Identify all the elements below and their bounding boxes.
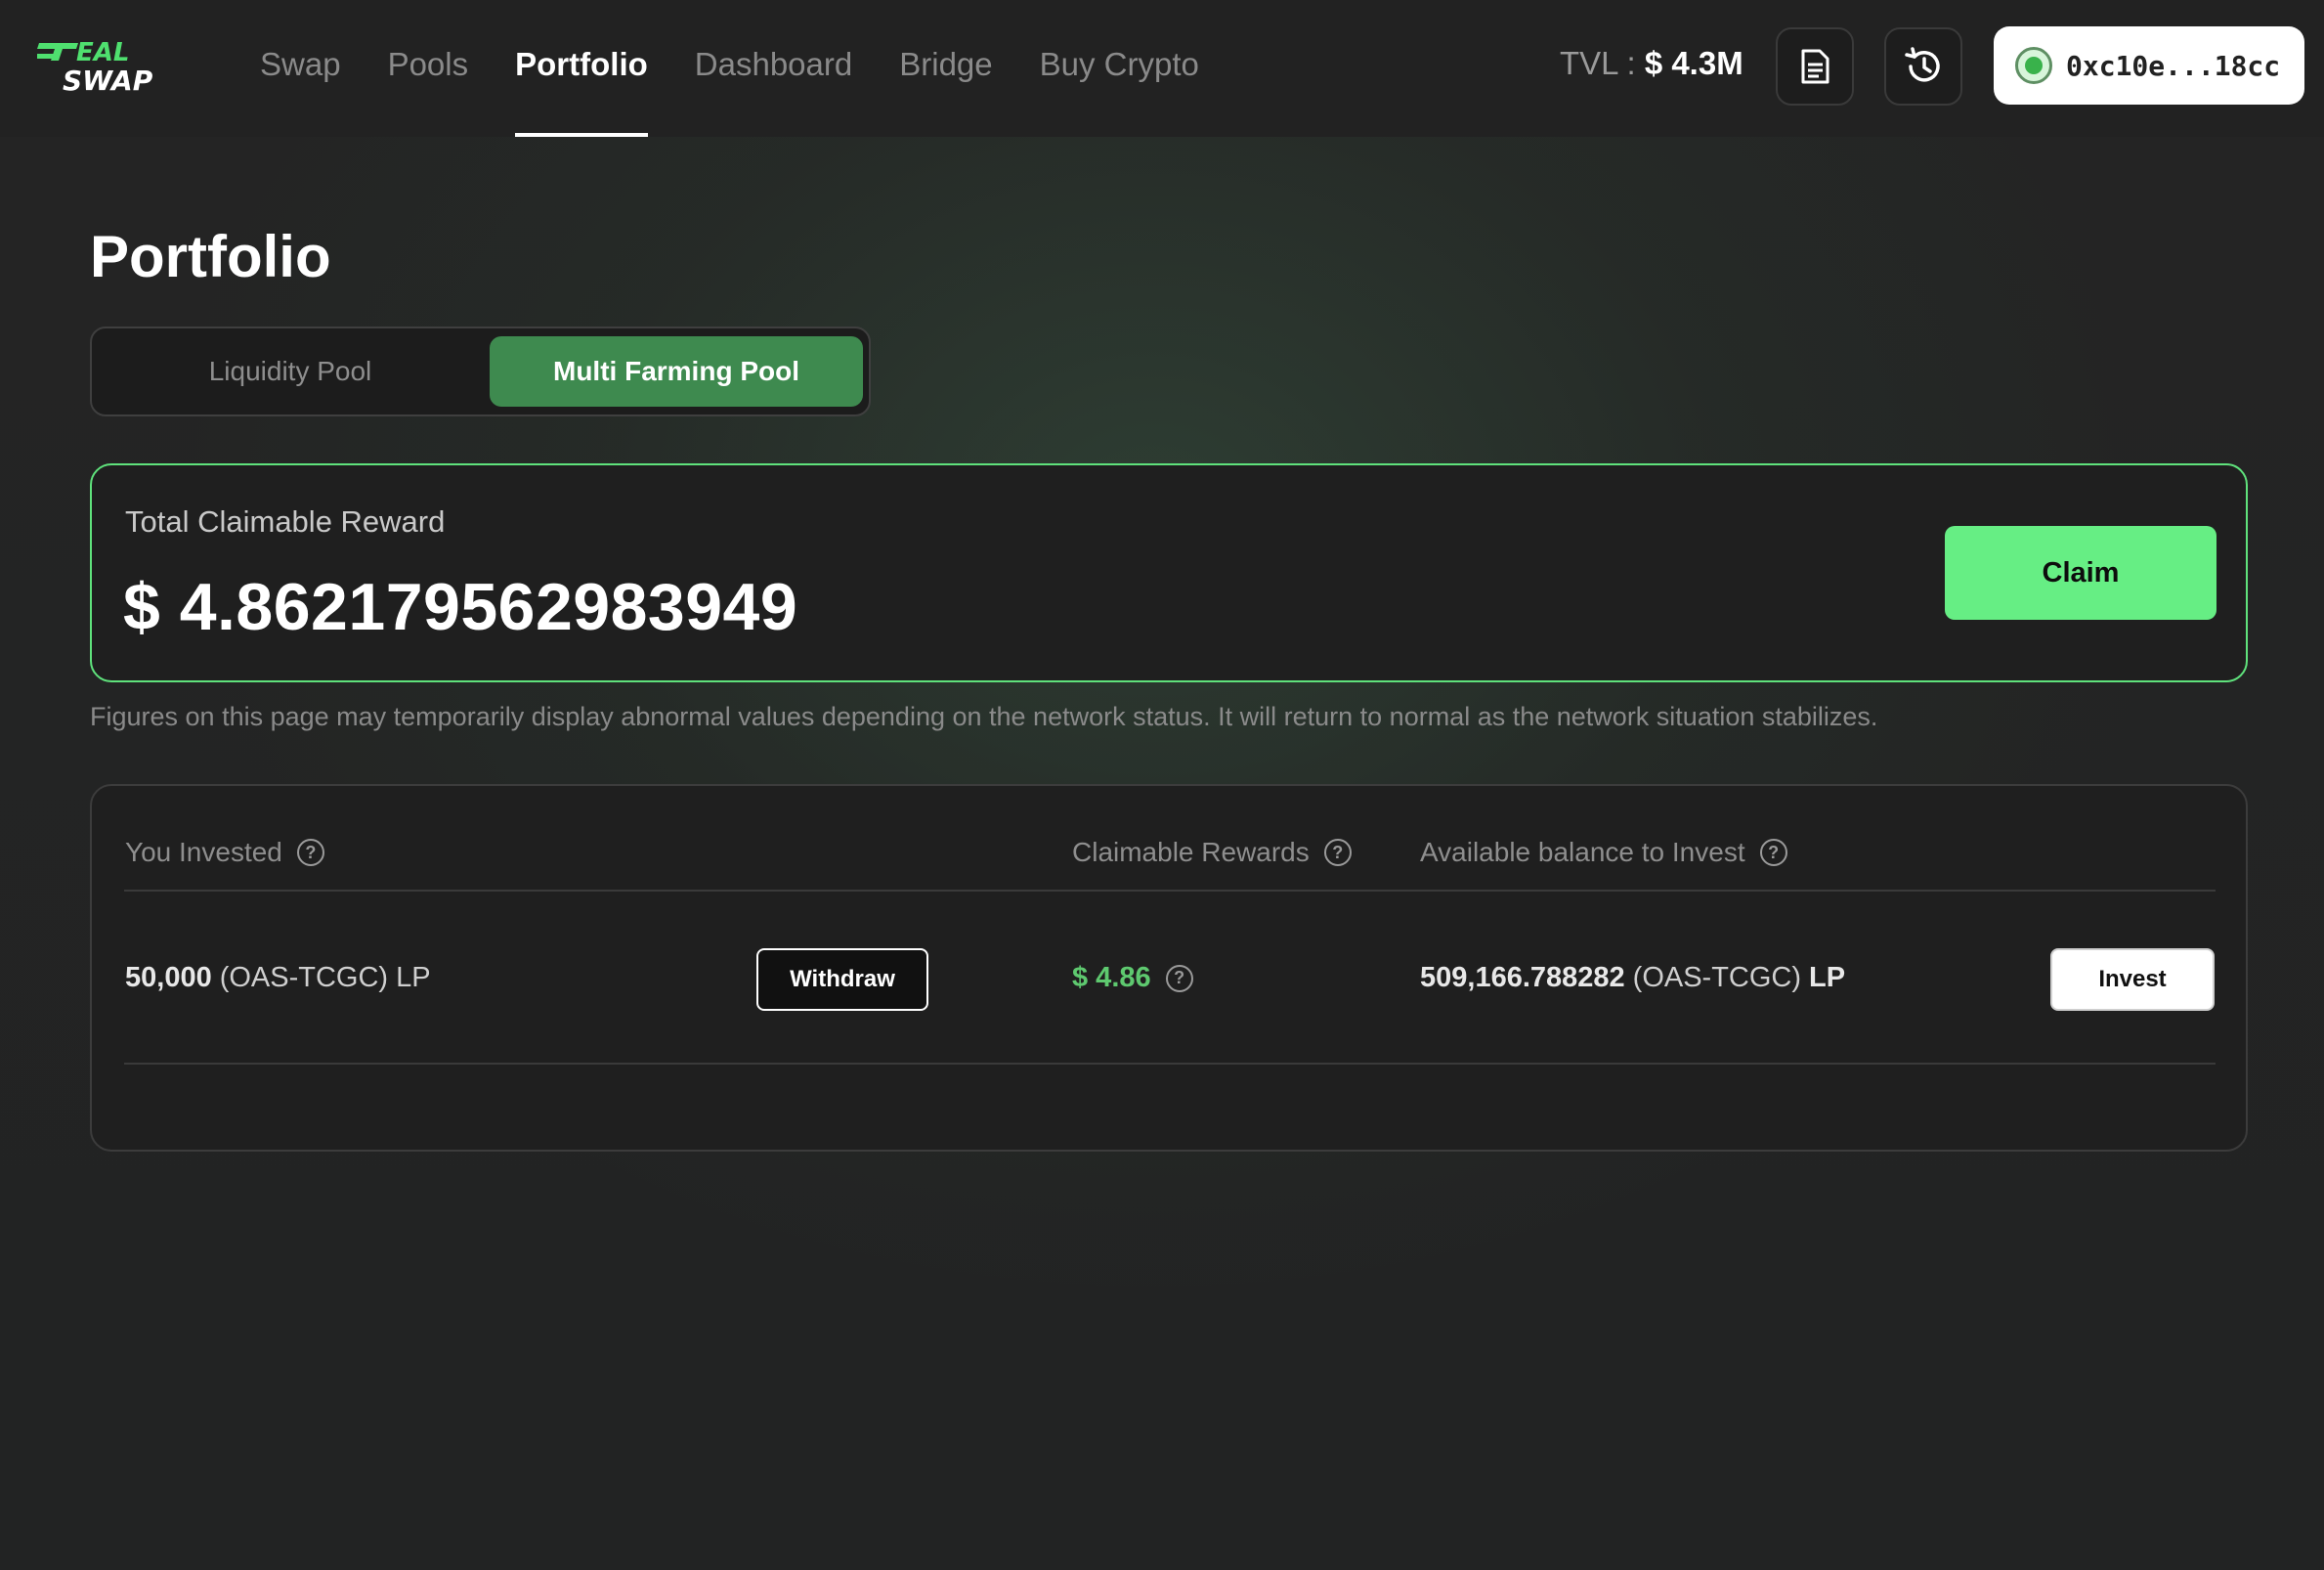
- help-icon[interactable]: ?: [1759, 839, 1787, 866]
- header-label: Available balance to Invest: [1420, 837, 1745, 867]
- nav-pools[interactable]: Pools: [388, 0, 469, 137]
- reward-cell: $ 4.86 ?: [1072, 962, 1193, 994]
- history-button[interactable]: [1884, 27, 1962, 106]
- claimable-reward-card: Total Claimable Reward $ 4.8621795629839…: [90, 463, 2248, 682]
- reward-value: $ 4.862179562983949: [123, 570, 798, 644]
- available-suffix: LP: [1809, 962, 1846, 993]
- available-cell: 509,166.788282 (OAS-TCGC) LP: [1420, 962, 1853, 994]
- help-icon[interactable]: ?: [1323, 839, 1352, 866]
- main-nav: Swap Pools Portfolio Dashboard Bridge Bu…: [260, 0, 1246, 137]
- reward-label: Total Claimable Reward: [125, 504, 446, 539]
- reward-amount: $ 4.86: [1072, 962, 1151, 993]
- available-amount: 509,166.788282: [1420, 962, 1625, 993]
- document-icon: [1801, 49, 1829, 84]
- wallet-avatar-icon: [2015, 47, 2052, 84]
- page-title: Portfolio: [90, 224, 331, 289]
- header-you-invested: You Invested ?: [125, 837, 324, 868]
- invested-cell: 50,000 (OAS-TCGC) LP: [125, 962, 431, 994]
- farming-table: You Invested ? Claimable Rewards ? Avail…: [90, 784, 2248, 1152]
- page: EAL SWAP Swap Pools Portfolio Dashboard …: [0, 0, 2324, 1570]
- svg-text:SWAP: SWAP: [63, 65, 153, 94]
- history-icon: [1905, 47, 1940, 82]
- tvl-display: TVL : $ 4.3M: [1560, 45, 1743, 82]
- header-label: You Invested: [125, 837, 282, 867]
- tab-liquidity-pool[interactable]: Liquidity Pool: [100, 336, 481, 407]
- docs-button[interactable]: [1776, 27, 1854, 106]
- invested-amount: 50,000: [125, 962, 212, 993]
- wallet-address: 0xc10e...18cc: [2066, 49, 2281, 82]
- tab-multi-farming-pool[interactable]: Multi Farming Pool: [490, 336, 863, 407]
- pool-tabs: Liquidity Pool Multi Farming Pool: [90, 327, 871, 416]
- network-notice: Figures on this page may temporarily dis…: [90, 702, 1878, 731]
- svg-text:EAL: EAL: [76, 38, 129, 67]
- invested-unit: (OAS-TCGC) LP: [219, 962, 431, 993]
- claim-button[interactable]: Claim: [1945, 526, 2216, 620]
- row-divider: [124, 1063, 2216, 1065]
- nav-swap[interactable]: Swap: [260, 0, 341, 137]
- header-label: Claimable Rewards: [1072, 837, 1310, 867]
- header-divider: [124, 890, 2216, 892]
- tvl-value: $ 4.3M: [1644, 45, 1743, 81]
- invest-button[interactable]: Invest: [2050, 948, 2215, 1011]
- header-available-balance: Available balance to Invest ?: [1420, 837, 1787, 868]
- tvl-label: TVL :: [1560, 45, 1636, 81]
- help-icon[interactable]: ?: [296, 839, 324, 866]
- wallet-button[interactable]: 0xc10e...18cc: [1994, 26, 2304, 105]
- nav-portfolio[interactable]: Portfolio: [515, 0, 648, 137]
- available-unit: (OAS-TCGC): [1632, 962, 1802, 993]
- nav-bridge[interactable]: Bridge: [899, 0, 992, 137]
- nav-buy-crypto[interactable]: Buy Crypto: [1040, 0, 1199, 137]
- nav-dashboard[interactable]: Dashboard: [695, 0, 852, 137]
- top-header: EAL SWAP Swap Pools Portfolio Dashboard …: [0, 0, 2324, 137]
- teal-swap-logo[interactable]: EAL SWAP: [37, 37, 176, 94]
- header-claimable-rewards: Claimable Rewards ?: [1072, 837, 1352, 868]
- help-icon[interactable]: ?: [1165, 964, 1193, 992]
- withdraw-button[interactable]: Withdraw: [756, 948, 928, 1011]
